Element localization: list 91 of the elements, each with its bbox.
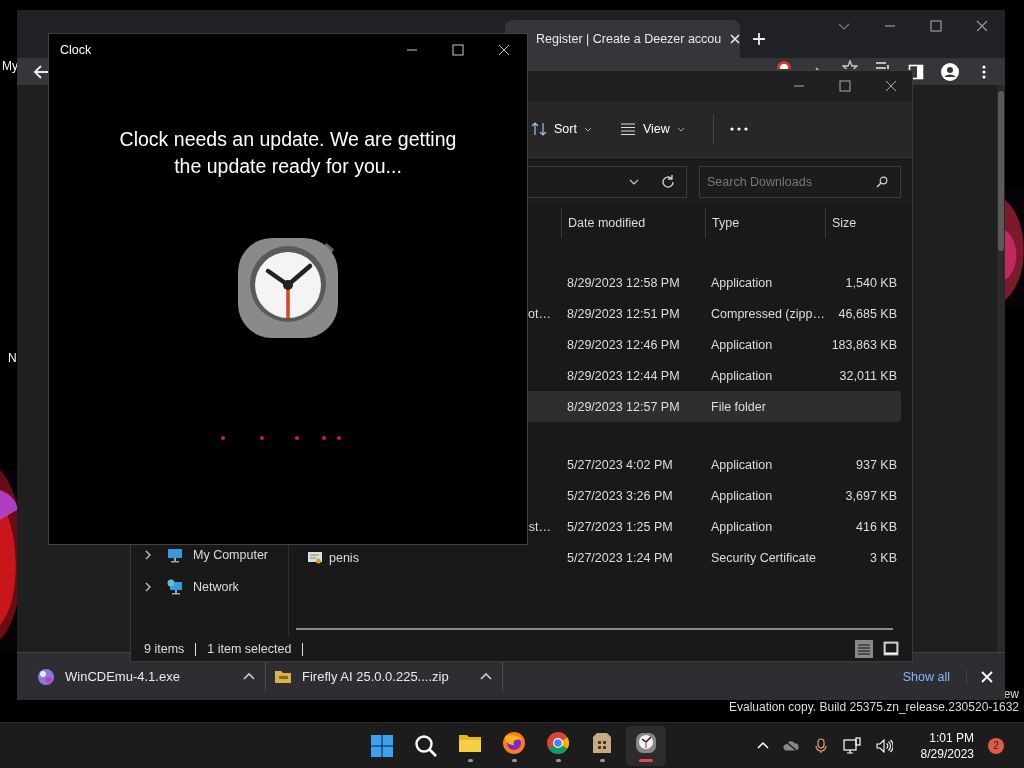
view-button[interactable]: View [619, 121, 685, 137]
table-cell-text: Application [710, 488, 774, 503]
table-cell-text: 46,685 KB [837, 306, 898, 321]
caret-icon [583, 125, 592, 133]
profile-icon[interactable] [941, 62, 959, 81]
table-cell-text: 8/29/2023 12:44 PM [566, 368, 681, 383]
stopwatch-icon [238, 238, 338, 338]
certificate-icon [307, 549, 323, 566]
taskbar-date[interactable]: 8/29/2023 [920, 745, 974, 762]
list-icon [619, 121, 636, 137]
maximize-icon[interactable] [930, 20, 942, 32]
sort-icon [531, 121, 547, 137]
refresh-icon[interactable] [660, 174, 676, 190]
table-cell-text: Application [710, 519, 774, 534]
reading-list-icon[interactable] [875, 59, 891, 69]
new-tab-icon[interactable] [752, 32, 766, 46]
show-all-link[interactable]: Show all [902, 669, 967, 684]
table-cell-text: File folder [710, 399, 767, 414]
more-icon[interactable] [729, 127, 748, 131]
box-icon [590, 730, 614, 755]
column-header[interactable]: Type [705, 208, 825, 238]
stopwatch-icon [634, 730, 658, 755]
column-header[interactable]: Size [825, 208, 901, 238]
table-cell-text: 183,863 KB [830, 337, 898, 352]
preview-view-icon[interactable] [882, 640, 900, 658]
taskbar-time[interactable]: 1:01 PM [929, 729, 974, 746]
details-view-icon[interactable] [855, 640, 873, 658]
side-panel-icon[interactable] [908, 63, 924, 80]
desktop-icon-label[interactable]: My [2, 59, 18, 73]
table-cell-text: 8/29/2023 12:51 PM [566, 306, 681, 321]
table-cell-text: 3,697 KB [844, 488, 898, 503]
start-icon[interactable] [370, 734, 394, 758]
sort-button[interactable]: Sort [531, 121, 592, 137]
file-name: st… [528, 519, 551, 534]
table-cell-text: Application [710, 457, 774, 472]
disc-icon [37, 667, 55, 686]
table-cell-text: Application [710, 275, 774, 290]
table-cell-text: 32,011 KB [838, 368, 898, 383]
close-icon[interactable] [885, 80, 897, 92]
notification-badge[interactable]: 2 [988, 737, 1004, 754]
desktop-icon-label[interactable]: N [8, 351, 17, 365]
chrome-icon [546, 730, 570, 755]
table-cell-text: 8/29/2023 12:58 PM [566, 275, 681, 290]
search-icon[interactable] [414, 734, 438, 758]
search-icon [876, 176, 888, 188]
back-arrow-icon[interactable] [33, 63, 49, 80]
caret-icon [676, 125, 685, 133]
table-cell-text: 8/29/2023 12:46 PM [566, 337, 681, 352]
table-cell-text: 416 KB [855, 519, 898, 534]
update-message: Clock needs an update. We are getting the update ready for you... [118, 127, 458, 179]
table-cell-text: Application [710, 368, 774, 383]
star-icon[interactable] [842, 59, 858, 69]
chevron-right-icon[interactable] [143, 582, 153, 592]
download-item[interactable]: WinCDEmu-4.1.exe [65, 669, 233, 684]
volume-icon[interactable] [874, 736, 893, 755]
table-cell-text: Compressed (zipp… [710, 306, 825, 321]
file-name: penis [329, 550, 359, 565]
download-item[interactable]: Firefly AI 25.0.0.225....zip [302, 669, 470, 684]
close-icon[interactable] [498, 44, 510, 56]
table-cell-text: 5/27/2023 3:26 PM [566, 488, 674, 503]
search-field[interactable]: Search Downloads [699, 166, 901, 198]
browser-tab[interactable]: Register | Create a Deezer accou [505, 20, 740, 58]
status-text: 1 item selected [207, 642, 292, 656]
file-row[interactable]: penis 5/27/2023 1:24 PM Security Certificate 3 KB [299, 542, 901, 573]
table-cell-text: 1,540 KB [844, 275, 898, 290]
fox-globe-icon [502, 730, 526, 755]
maximize-icon[interactable] [839, 80, 851, 92]
network-icon [167, 579, 183, 595]
network-icon[interactable] [842, 736, 861, 755]
maximize-icon[interactable] [452, 44, 464, 56]
table-cell-text: 937 KB [855, 457, 898, 472]
file-name: ot… [528, 306, 551, 321]
scrollbar[interactable] [296, 628, 893, 630]
table-cell-text: Application [710, 337, 774, 352]
watermark-text: Evaluation copy. Build 25375.zn_release.230520-1632 [729, 701, 1019, 714]
table-cell-text: Security Certificate [710, 550, 817, 565]
nav-item[interactable]: Network [131, 571, 288, 603]
table-cell-text: 5/27/2023 1:24 PM [566, 550, 674, 565]
column-header[interactable]: Date modified [561, 208, 705, 238]
status-text: 9 items [144, 642, 185, 656]
monitor-icon [167, 547, 183, 563]
table-cell-text: 3 KB [868, 550, 898, 565]
taskbar-app[interactable] [626, 726, 666, 766]
table-cell-text: 5/27/2023 4:02 PM [566, 457, 674, 472]
chevron-right-icon[interactable] [143, 550, 153, 560]
table-cell-text: 8/29/2023 12:57 PM [566, 399, 681, 414]
window-title: Clock [60, 43, 92, 57]
microphone-icon[interactable] [812, 737, 829, 754]
close-icon[interactable] [976, 20, 988, 32]
scrollbar[interactable] [997, 85, 1005, 652]
table-cell-text: 5/27/2023 1:25 PM [566, 519, 674, 534]
